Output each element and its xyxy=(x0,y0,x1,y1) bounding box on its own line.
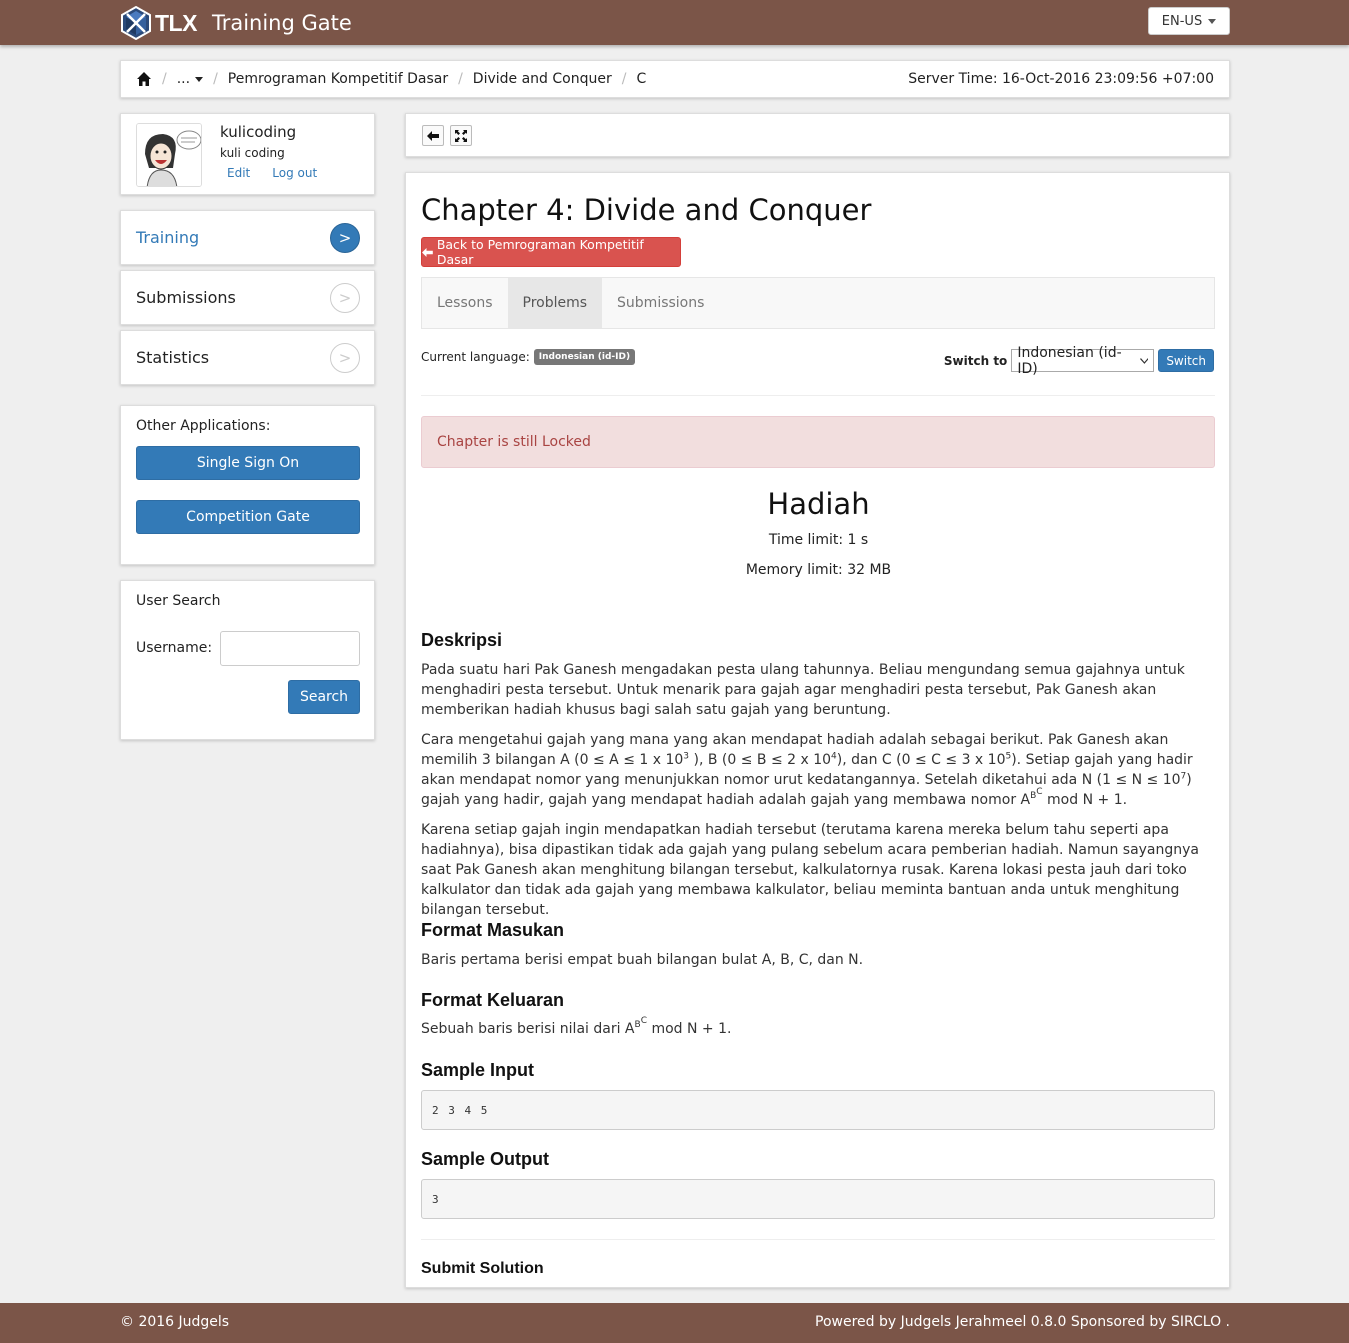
menu-item-submissions[interactable]: Submissions > xyxy=(120,270,375,325)
output-format-heading: Format Keluaran xyxy=(421,990,565,1010)
menu-item-statistics[interactable]: Statistics > xyxy=(120,330,375,385)
arrow-left-icon xyxy=(427,130,439,141)
description-paragraph-1: Pada suatu hari Pak Ganesh mengadakan pe… xyxy=(421,662,1185,718)
logout-link[interactable]: Log out xyxy=(272,166,317,180)
competition-gate-button[interactable]: Competition Gate xyxy=(136,500,360,534)
chevron-right-icon: > xyxy=(330,343,360,373)
language-select-value: Indonesian (id-ID) xyxy=(1017,344,1122,377)
search-button[interactable]: Search xyxy=(288,680,360,714)
sample-input-block: 2 3 4 5 xyxy=(421,1090,1215,1130)
footer-powered-by: Powered by Judgels Jerahmeel 0.8.0 Spons… xyxy=(815,1314,1230,1330)
menu-item-training[interactable]: Training > xyxy=(120,210,375,265)
footer-copyright: © 2016 Judgels xyxy=(120,1314,230,1330)
input-format-text: Baris pertama berisi empat buah bilangan… xyxy=(421,952,864,968)
switch-language-button[interactable]: Switch xyxy=(1158,349,1214,372)
top-navbar: TLX Training Gate EN-US xyxy=(0,0,1349,45)
edit-profile-link[interactable]: Edit xyxy=(227,166,250,180)
locked-alert: Chapter is still Locked xyxy=(421,416,1215,468)
back-to-course-button[interactable]: Back to Pemrograman Kompetitif Dasar xyxy=(421,237,681,267)
output-format-text: Sebuah baris berisi nilai dari ABC mod N… xyxy=(421,1016,732,1037)
current-language-badge: Indonesian (id-ID) xyxy=(533,349,636,365)
sample-output-text: 3 xyxy=(432,1192,439,1206)
chevron-right-icon: > xyxy=(330,283,360,313)
input-format-heading: Format Masukan xyxy=(421,920,565,940)
description-paragraph-3: Karena setiap gajah ingin mendapatkan ha… xyxy=(421,822,1200,918)
sample-output-block: 3 xyxy=(421,1179,1215,1219)
memory-limit: Memory limit: 32 MB xyxy=(745,562,892,578)
breadcrumb-separator: / xyxy=(458,71,463,87)
breadcrumb-item-chapter[interactable]: Divide and Conquer xyxy=(473,71,612,87)
main-content-panel: Chapter 4: Divide and Conquer Back to Pe… xyxy=(405,172,1230,1288)
switch-to-label: Switch to xyxy=(943,353,1008,368)
caret-down-icon xyxy=(1208,18,1217,24)
back-to-course-label: Back to Pemrograman Kompetitif Dasar xyxy=(436,237,644,267)
breadcrumb-more-label: ... xyxy=(176,71,191,87)
avatar xyxy=(136,123,202,187)
divider xyxy=(421,1239,1215,1240)
sample-input-text: 2 3 4 5 xyxy=(432,1103,488,1117)
language-select[interactable]: Indonesian (id-ID) xyxy=(1011,345,1155,377)
breadcrumb-separator: / xyxy=(213,71,218,87)
sample-output-heading: Sample Output xyxy=(421,1149,550,1169)
user-search-title: User Search xyxy=(136,593,221,609)
tab-problems[interactable]: Problems xyxy=(507,278,603,328)
tab-lessons[interactable]: Lessons xyxy=(422,278,508,328)
brand[interactable]: TLX Training Gate xyxy=(119,5,352,41)
footer: © 2016 Judgels Powered by Judgels Jerahm… xyxy=(0,1303,1349,1343)
back-arrow-button[interactable] xyxy=(422,125,444,146)
time-limit: Time limit: 1 s xyxy=(768,532,869,548)
description-heading: Deskripsi xyxy=(421,630,503,650)
breadcrumb-item-problem[interactable]: C xyxy=(636,71,646,87)
chapter-title: Chapter 4: Divide and Conquer xyxy=(421,193,872,227)
fullscreen-icon xyxy=(455,129,467,142)
profile-links: Edit Log out xyxy=(227,166,317,180)
profile-panel: kulicoding kuli coding Edit Log out xyxy=(120,113,375,195)
current-language-label: Current language: xyxy=(421,350,530,364)
profile-username: kulicoding xyxy=(220,123,297,141)
breadcrumb-more[interactable]: ... xyxy=(176,71,204,87)
home-icon[interactable] xyxy=(136,71,152,87)
chevron-right-icon: > xyxy=(330,223,360,253)
user-search-panel: User Search Username: Search xyxy=(120,580,375,740)
description-paragraph-2: Cara mengetahui gajah yang mana yang aka… xyxy=(421,732,1193,808)
breadcrumb-item-course[interactable]: Pemrograman Kompetitif Dasar xyxy=(228,71,448,87)
other-applications-title: Other Applications: xyxy=(136,418,271,434)
language-switcher: Switch to Indonesian (id-ID) Switch xyxy=(943,345,1214,377)
language-dropdown[interactable]: EN-US xyxy=(1148,7,1230,35)
tlx-logo-icon xyxy=(121,6,151,40)
language-label: EN-US xyxy=(1161,13,1203,29)
submit-solution-heading: Submit Solution xyxy=(421,1260,544,1277)
profile-name: kuli coding xyxy=(220,146,285,160)
single-sign-on-button[interactable]: Single Sign On xyxy=(136,446,360,480)
logo-text: TLX xyxy=(155,9,197,36)
arrow-left-icon xyxy=(422,247,433,257)
breadcrumb: / ... / Pemrograman Kompetitif Dasar / D… xyxy=(120,60,1230,98)
menu-item-label: Statistics xyxy=(136,348,210,367)
divider xyxy=(421,395,1215,396)
caret-down-icon xyxy=(195,76,204,82)
chevron-down-icon xyxy=(1139,357,1149,364)
other-applications-panel: Other Applications: Single Sign On Compe… xyxy=(120,405,375,565)
problem-toolbar xyxy=(405,113,1230,157)
breadcrumb-separator: / xyxy=(621,71,627,87)
problem-title: Hadiah xyxy=(767,487,870,521)
menu-item-label: Training xyxy=(136,228,200,247)
server-time: Server Time: 16-Oct-2016 23:09:56 +07:00 xyxy=(908,71,1214,87)
menu-item-label: Submissions xyxy=(136,288,236,307)
sample-input-heading: Sample Input xyxy=(421,1060,535,1080)
breadcrumb-separator: / xyxy=(162,71,167,87)
username-input[interactable] xyxy=(220,631,360,666)
username-label: Username: xyxy=(136,640,213,656)
fullscreen-button[interactable] xyxy=(450,125,472,146)
chapter-tabs: Lessons Problems Submissions xyxy=(421,277,1215,329)
avatar-image xyxy=(137,124,201,186)
app-title: Training Gate xyxy=(211,11,352,35)
current-language: Current language: Indonesian (id-ID) xyxy=(421,349,636,365)
tab-submissions[interactable]: Submissions xyxy=(602,278,719,328)
